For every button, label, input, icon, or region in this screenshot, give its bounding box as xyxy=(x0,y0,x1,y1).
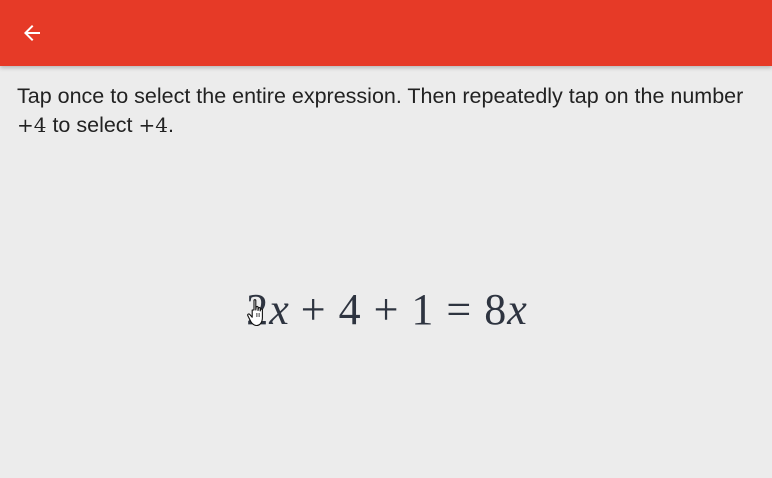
expr-token-plus[interactable]: + xyxy=(301,284,326,335)
expr-token-x[interactable]: x xyxy=(269,284,289,335)
expr-token-4[interactable]: 4 xyxy=(339,284,361,335)
math-expression[interactable]: 2 x +4 +1 = 8 x xyxy=(0,281,772,337)
expr-token-equals[interactable]: = xyxy=(446,284,471,335)
expr-token-x[interactable]: x xyxy=(507,284,527,335)
instructions-part-3: . xyxy=(167,113,174,137)
expr-token-2[interactable]: 2 xyxy=(246,284,268,335)
back-button[interactable] xyxy=(16,17,48,49)
expr-token-plus[interactable]: + xyxy=(374,284,399,335)
instructions-text: Tap once to select the entire expression… xyxy=(17,82,757,140)
instructions-math-1: +4 xyxy=(17,113,47,137)
expr-token-1[interactable]: 1 xyxy=(411,284,433,335)
expr-token-8[interactable]: 8 xyxy=(484,284,506,335)
arrow-back-icon xyxy=(24,25,40,41)
instructions-math-2: +4 xyxy=(138,113,168,137)
instructions-part-2: to select xyxy=(46,113,139,137)
app-bar xyxy=(0,0,772,66)
instructions-part-1: Tap once to select the entire expression… xyxy=(17,84,744,108)
